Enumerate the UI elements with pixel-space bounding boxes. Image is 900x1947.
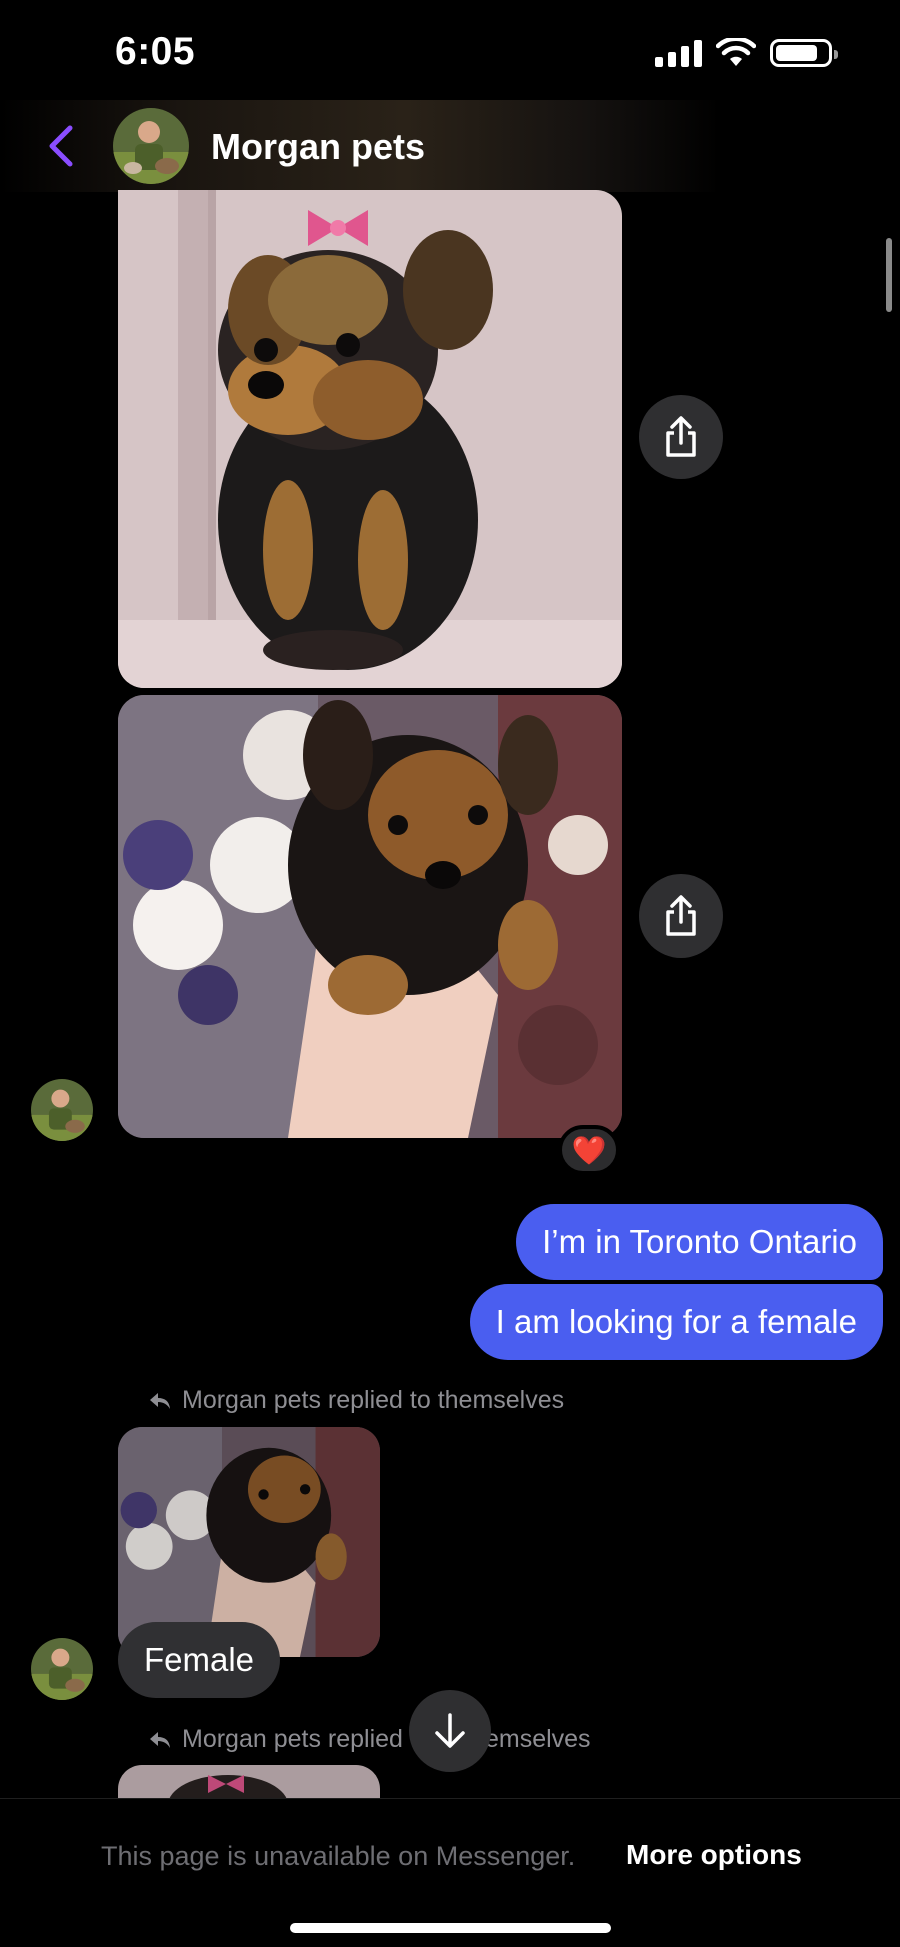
status-icons — [655, 38, 838, 68]
sent-message[interactable]: I’m in Toronto Ontario — [516, 1204, 883, 1280]
unavailable-notice: This page is unavailable on Messenger. — [101, 1841, 576, 1871]
composer-unavailable-footer: This page is unavailable on Messenger. M… — [0, 1798, 900, 1947]
signal-icon — [655, 39, 702, 67]
conversation-header: Morgan pets — [0, 100, 900, 192]
scroll-to-bottom-button[interactable] — [409, 1690, 491, 1772]
heart-reaction[interactable]: ❤️ — [558, 1125, 620, 1175]
share-button-2[interactable] — [639, 874, 723, 958]
reply-label: Morgan pets replied to themselves — [148, 1386, 564, 1415]
battery-icon — [770, 39, 838, 67]
reply-label-2: Morgan pets replied emselves — [148, 1725, 591, 1754]
back-chevron-icon — [49, 125, 73, 167]
share-button[interactable] — [639, 395, 723, 479]
page-title[interactable]: Morgan pets — [211, 126, 425, 168]
sent-message[interactable]: I am looking for a female — [469, 1284, 883, 1360]
reply-label-text-left: Morgan pets replied — [182, 1725, 403, 1753]
more-options-link[interactable]: More options — [626, 1839, 802, 1871]
reply-label-text-right: emselves — [484, 1725, 591, 1753]
reply-arrow-icon — [150, 1731, 170, 1748]
arrow-down-icon — [435, 1713, 465, 1748]
received-message[interactable]: Female — [118, 1622, 281, 1698]
wifi-icon — [716, 38, 756, 66]
avatar[interactable] — [31, 1638, 93, 1700]
avatar[interactable] — [113, 108, 189, 184]
avatar[interactable] — [31, 1079, 93, 1141]
reply-arrow-icon — [150, 1392, 170, 1409]
scrollbar[interactable] — [886, 238, 892, 312]
share-icon — [666, 895, 696, 936]
puppy-photo-1[interactable] — [118, 190, 622, 688]
share-icon — [666, 416, 696, 457]
status-time: 6:05 — [115, 30, 196, 73]
status-bar: 6:05 — [0, 0, 900, 105]
reply-label-text: Morgan pets replied to themselves — [182, 1386, 565, 1414]
puppy-photo-2[interactable] — [118, 695, 622, 1138]
home-indicator[interactable] — [290, 1923, 611, 1933]
back-button[interactable] — [40, 118, 80, 174]
